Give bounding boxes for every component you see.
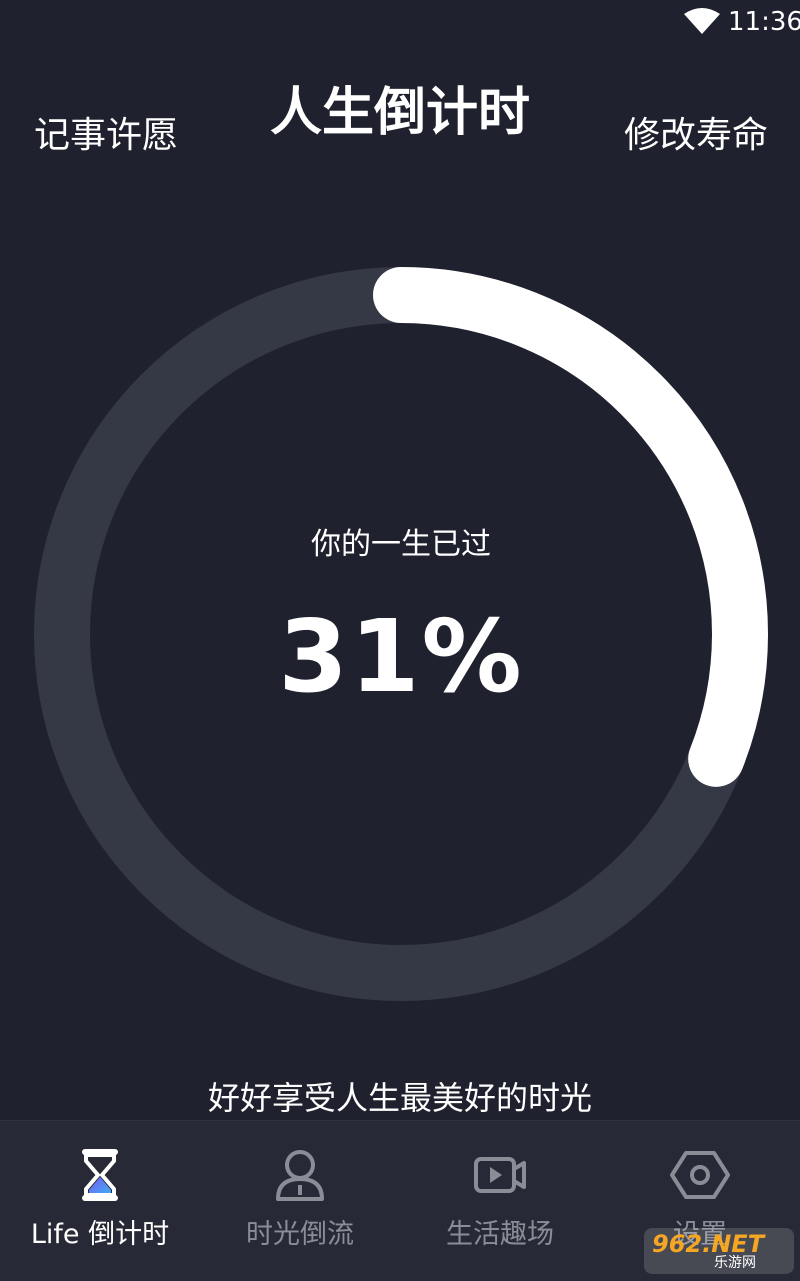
nav-label: 时光倒流 [246, 1219, 354, 1250]
life-progress-ring: 你的一生已过 31% [34, 267, 768, 1001]
status-bar: 11:36 [0, 0, 800, 44]
nav-label: 生活趣场 [446, 1219, 554, 1250]
hexagon-settings-icon [670, 1151, 730, 1199]
motto-text: 好好享受人生最美好的时光 [207, 1079, 592, 1117]
status-time: 11:36 [728, 7, 800, 37]
wifi-icon [684, 8, 720, 34]
edit-lifespan-button[interactable]: 修改寿命 [624, 112, 768, 160]
watermark-logo: 962.NET 乐游网 [644, 1228, 794, 1274]
header: 记事许愿 人生倒计时 修改寿命 [0, 60, 800, 200]
video-play-icon [474, 1157, 526, 1193]
person-icon [276, 1150, 324, 1201]
nav-item-time-reverse[interactable]: 时光倒流 [200, 1121, 400, 1281]
nav-item-life-fun[interactable]: 生活趣场 [400, 1121, 600, 1281]
progress-label: 你的一生已过 [311, 527, 491, 562]
progress-percent: 31% [278, 598, 524, 715]
progress-ring-center: 你的一生已过 31% [34, 267, 768, 1001]
watermark-sub: 乐游网 [714, 1255, 756, 1271]
hourglass-icon [82, 1149, 118, 1201]
nav-item-life-countdown[interactable]: Life 倒计时 [0, 1121, 200, 1281]
nav-label: Life 倒计时 [30, 1219, 170, 1250]
